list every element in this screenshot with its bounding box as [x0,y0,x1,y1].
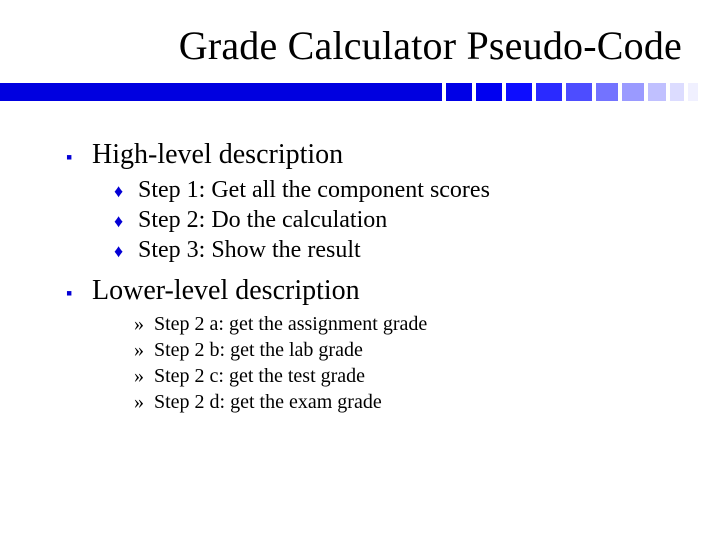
heading-text: High-level description [92,139,343,171]
lower-level-steps: » Step 2 a: get the assignment grade » S… [134,311,660,415]
step-text: Step 3: Show the result [138,235,361,265]
step-text: Step 2 c: get the test grade [154,363,365,389]
high-level-steps: ♦ Step 1: Get all the component scores ♦… [114,175,660,265]
heading-text: Lower-level description [92,275,360,307]
list-item: ♦ Step 3: Show the result [114,235,660,265]
square-bullet-icon: ▪ [66,143,92,171]
heading-high-level: ▪ High-level description [66,139,660,171]
content-area: ▪ High-level description ♦ Step 1: Get a… [0,101,720,415]
list-item: ♦ Step 1: Get all the component scores [114,175,660,205]
list-item: » Step 2 a: get the assignment grade [134,311,660,337]
slide: Grade Calculator Pseudo-Code ▪ High-leve… [0,0,720,540]
diamond-bullet-icon: ♦ [114,180,138,203]
list-item: » Step 2 c: get the test grade [134,363,660,389]
heading-lower-level: ▪ Lower-level description [66,275,660,307]
list-item: ♦ Step 2: Do the calculation [114,205,660,235]
step-text: Step 2 b: get the lab grade [154,337,363,363]
title-underline [0,83,720,101]
list-item: » Step 2 d: get the exam grade [134,389,660,415]
chevron-bullet-icon: » [134,389,154,415]
chevron-bullet-icon: » [134,311,154,337]
chevron-bullet-icon: » [134,337,154,363]
list-item: » Step 2 b: get the lab grade [134,337,660,363]
step-text: Step 2 d: get the exam grade [154,389,382,415]
chevron-bullet-icon: » [134,363,154,389]
step-text: Step 2: Do the calculation [138,205,387,235]
step-text: Step 2 a: get the assignment grade [154,311,427,337]
step-text: Step 1: Get all the component scores [138,175,490,205]
diamond-bullet-icon: ♦ [114,240,138,263]
square-bullet-icon: ▪ [66,279,92,307]
diamond-bullet-icon: ♦ [114,210,138,233]
slide-title: Grade Calculator Pseudo-Code [0,0,720,77]
